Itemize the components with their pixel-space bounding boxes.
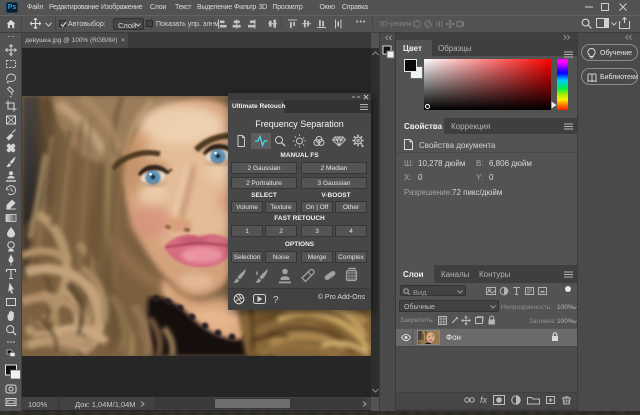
svg-text:?: ? (273, 295, 279, 305)
svg-text:fx: fx (480, 395, 488, 405)
